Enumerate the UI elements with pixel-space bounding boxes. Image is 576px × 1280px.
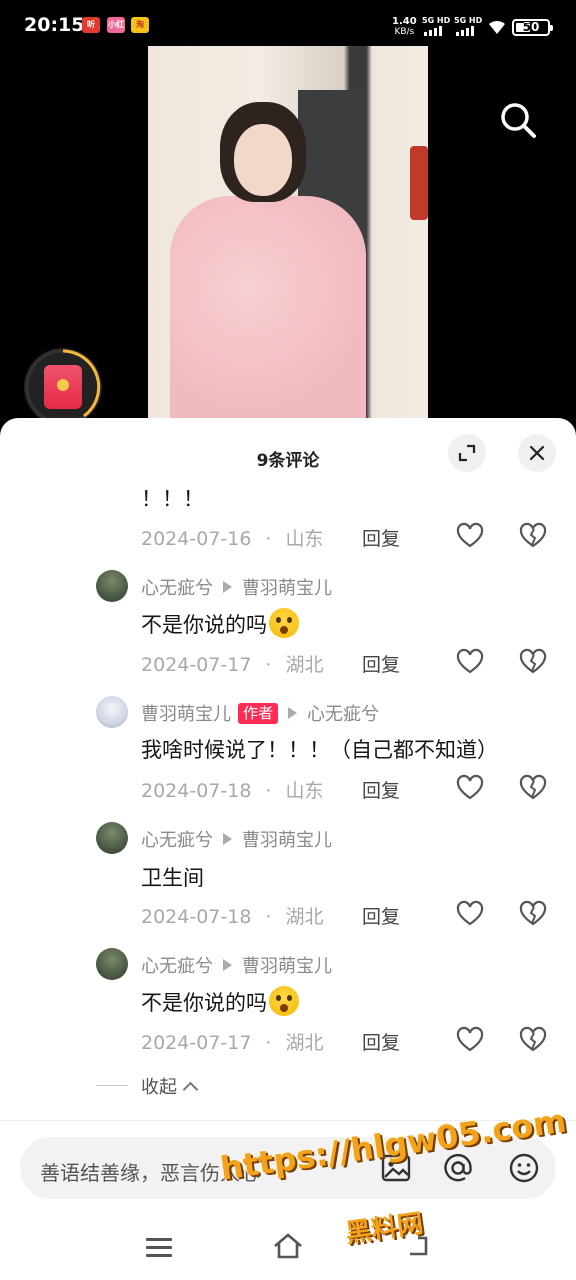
network-speed-unit: KB/s <box>394 27 415 37</box>
comment-date: 2024-07-16 <box>141 528 252 550</box>
comment-date: 2024-07-17 <box>141 654 252 676</box>
close-button[interactable] <box>518 434 556 472</box>
expand-button[interactable] <box>448 434 486 472</box>
reply-to-username[interactable]: 曹羽萌宝儿 <box>242 574 332 600</box>
network-speed-value: 1.40 <box>392 16 417 27</box>
expand-icon <box>458 444 476 462</box>
comment-user-row: 心无疵兮 曹羽萌宝儿 <box>141 826 332 852</box>
comment-username[interactable]: 心无疵兮 <box>141 952 213 978</box>
author-badge: 作者 <box>238 702 279 724</box>
reply-button[interactable]: 回复 <box>362 524 400 551</box>
surprised-emoji-icon <box>269 608 299 638</box>
reply-button[interactable]: 回复 <box>362 650 400 677</box>
close-icon <box>529 445 545 461</box>
app-notification-icon: 听 <box>82 17 100 33</box>
reply-button[interactable]: 回复 <box>362 1028 400 1055</box>
decoration <box>410 146 428 220</box>
comment-text: 不是你说的吗 <box>141 613 267 637</box>
battery-icon: 50 <box>512 19 553 36</box>
reply-button[interactable]: 回复 <box>362 776 400 803</box>
comment-user-row: 心无疵兮 曹羽萌宝儿 <box>141 574 332 600</box>
dislike-icon[interactable] <box>519 1026 547 1054</box>
search-icon[interactable] <box>498 100 538 140</box>
wifi-icon <box>489 20 505 34</box>
menu-icon[interactable] <box>146 1238 172 1258</box>
status-time: 20:15 <box>24 14 85 36</box>
chevron-up-icon <box>182 1081 199 1097</box>
like-icon[interactable] <box>456 522 484 550</box>
red-packet-icon <box>44 365 82 409</box>
comment-date: 2024-07-18 <box>141 780 252 802</box>
avatar[interactable] <box>96 696 128 728</box>
comment-location: 湖北 <box>285 906 324 928</box>
comment-user-row: 曹羽萌宝儿 作者 心无疵兮 <box>141 700 379 726</box>
comment-date: 2024-07-18 <box>141 906 252 928</box>
avatar[interactable] <box>96 948 128 980</box>
signal-icon: 5G HD <box>454 16 482 36</box>
like-icon[interactable] <box>456 774 484 802</box>
collapse-replies-button[interactable]: 收起 <box>141 1073 199 1099</box>
comments-title: 9条评论 <box>256 451 320 471</box>
reply-arrow-icon <box>223 959 232 971</box>
comment-meta: 2024-07-16 · 山东 <box>141 528 324 550</box>
reply-arrow-icon <box>223 581 232 593</box>
reply-arrow-icon <box>288 707 298 719</box>
reply-to-username[interactable]: 心无疵兮 <box>307 700 379 726</box>
network-speed: 1.40 KB/s <box>392 16 417 38</box>
comment-username[interactable]: 心无疵兮 <box>141 826 213 852</box>
like-icon[interactable] <box>456 1026 484 1054</box>
dislike-icon[interactable] <box>519 900 547 928</box>
reply-to-username[interactable]: 曹羽萌宝儿 <box>242 952 332 978</box>
avatar[interactable] <box>96 570 128 602</box>
comment-meta: 2024-07-18 · 山东 <box>141 780 324 802</box>
like-icon[interactable] <box>456 648 484 676</box>
comment-user-row: 心无疵兮 曹羽萌宝儿 <box>141 952 332 978</box>
comment-meta: 2024-07-17 · 湖北 <box>141 654 324 676</box>
comment-text: ！！！ <box>141 487 204 511</box>
signal-icon: 5G HD <box>422 16 450 36</box>
comment-meta: 2024-07-18 · 湖北 <box>141 906 324 928</box>
reply-arrow-icon <box>223 833 232 845</box>
comment-text: 卫生间 <box>141 866 204 890</box>
avatar[interactable] <box>96 822 128 854</box>
collapse-label: 收起 <box>141 1077 177 1098</box>
app-notification-icon: 淘 <box>131 17 149 33</box>
dislike-icon[interactable] <box>519 774 547 802</box>
home-icon[interactable] <box>272 1232 304 1260</box>
reply-to-username[interactable]: 曹羽萌宝儿 <box>242 826 332 852</box>
comment-location: 山东 <box>285 528 324 550</box>
battery-level: 50 <box>522 20 540 34</box>
comment-meta: 2024-07-17 · 湖北 <box>141 1032 324 1054</box>
red-packet-button[interactable] <box>24 348 102 426</box>
at-icon[interactable] <box>442 1152 474 1184</box>
dislike-icon[interactable] <box>519 648 547 676</box>
system-nav-bar <box>0 1222 576 1280</box>
video-player[interactable] <box>0 46 576 426</box>
comment-text: 我啥时候说了！！！（自己都不知道） <box>141 738 498 762</box>
surprised-emoji-icon <box>269 986 299 1016</box>
status-bar: 20:15 听 小红书 淘 1.40 KB/s 5G HD 5G HD 50 <box>0 0 576 46</box>
comment-date: 2024-07-17 <box>141 1032 252 1054</box>
comment-text-row: 不是你说的吗 <box>141 986 299 1017</box>
comment-location: 山东 <box>285 780 324 802</box>
like-icon[interactable] <box>456 900 484 928</box>
app-notification-icon: 小红书 <box>107 17 125 33</box>
comment-location: 湖北 <box>285 1032 324 1054</box>
comment-text-row: 不是你说的吗 <box>141 608 299 639</box>
divider <box>96 1085 128 1086</box>
comment-text: 不是你说的吗 <box>141 991 267 1015</box>
emoji-icon[interactable] <box>508 1152 540 1184</box>
dislike-icon[interactable] <box>519 522 547 550</box>
reply-button[interactable]: 回复 <box>362 902 400 929</box>
comment-username[interactable]: 心无疵兮 <box>141 574 213 600</box>
comment-location: 湖北 <box>285 654 324 676</box>
video-frame[interactable] <box>148 46 428 418</box>
comment-username[interactable]: 曹羽萌宝儿 <box>141 700 231 726</box>
